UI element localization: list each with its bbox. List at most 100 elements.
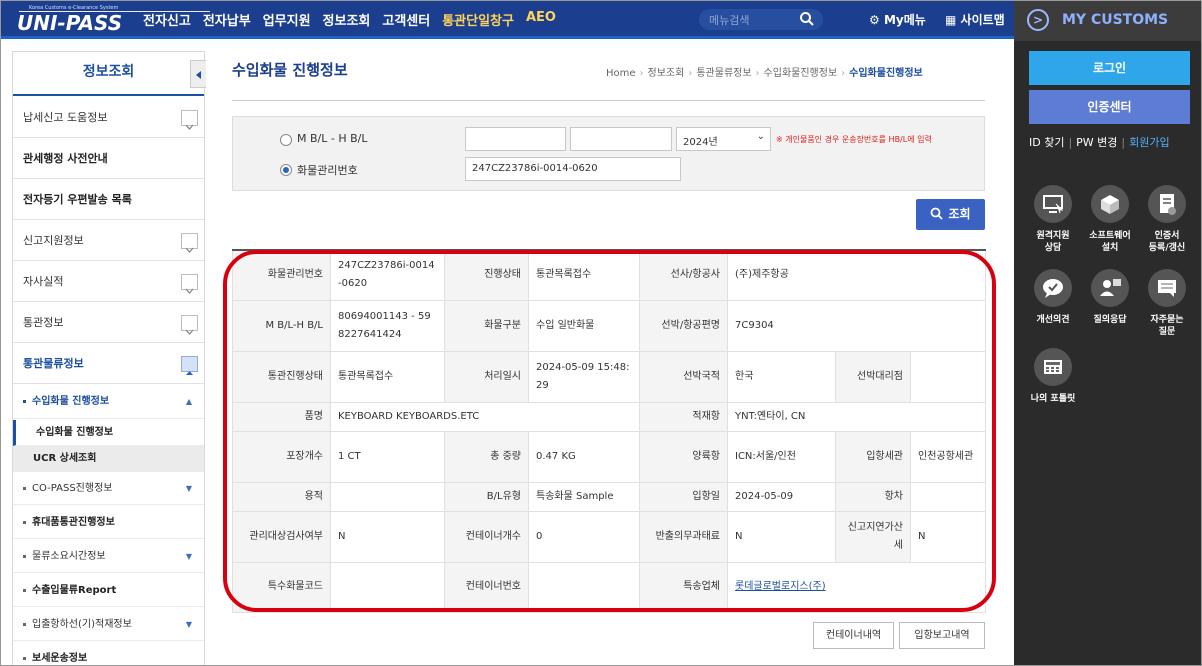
table-header-cell: 특송업체 bbox=[639, 561, 728, 613]
join-link[interactable]: 회원가입 bbox=[1129, 136, 1169, 149]
breadcrumb-item[interactable]: 수입화물진행정보 bbox=[764, 68, 838, 79]
remote-support-icon bbox=[1034, 185, 1072, 223]
table-cell: N bbox=[330, 510, 445, 563]
sidebar-item-declaration-support[interactable]: 신고지원정보 bbox=[13, 221, 204, 261]
sidebar-sub-carryon[interactable]: 휴대품통관진행정보 bbox=[13, 506, 204, 539]
sidebar-sub-bonded-transport[interactable]: 보세운송정보 bbox=[13, 642, 204, 665]
sidebar-sub-logistics-time[interactable]: 물류소요시간정보 ▼ bbox=[13, 540, 204, 573]
mbl-input[interactable] bbox=[465, 127, 566, 151]
table-cell: 통관목록접수 bbox=[528, 249, 640, 301]
login-button[interactable]: 로그인 bbox=[1029, 51, 1190, 85]
table-row: 화물관리번호 247CZ23786i-0014-0620 진행상태 통관목록접수… bbox=[232, 249, 986, 301]
table-cell: 인천공항세관 bbox=[910, 430, 986, 483]
sidebar-sub-port-loading[interactable]: 입출항하선(기)적재정보 ▼ bbox=[13, 608, 204, 641]
cargo-no-input[interactable]: 247CZ23786i-0014-0620 bbox=[465, 157, 681, 181]
breadcrumb-item[interactable]: 통관물류정보 bbox=[696, 68, 751, 79]
search-icon[interactable] bbox=[799, 11, 815, 27]
sidebar: 정보조회 납세신고 도움정보 관세행정 사전안내 전자등기 우편발송 목록 신고… bbox=[12, 51, 206, 665]
cargo-result-table: 화물관리번호 247CZ23786i-0014-0620 진행상태 통관목록접수… bbox=[232, 249, 986, 613]
quick-feedback[interactable]: 개선의견 bbox=[1025, 269, 1081, 326]
nav-single-window[interactable]: 통관단일창구 bbox=[442, 10, 514, 29]
sidebar-sub-import-cargo-active[interactable]: 수입화물 진행정보 bbox=[13, 420, 204, 446]
table-cell: N bbox=[910, 510, 986, 563]
sidebar-item-registered-mail[interactable]: 전자등기 우편발송 목록 bbox=[13, 180, 204, 220]
chevron-up-icon[interactable] bbox=[181, 355, 198, 375]
search-button[interactable]: 조회 bbox=[916, 199, 985, 230]
table-row: 용적 B/L유형 특송화물 Sample 입항일 2024-05-09 항차 bbox=[232, 481, 986, 512]
account-links: ID 찾기 | PW 변경 | 회원가입 bbox=[1029, 136, 1170, 149]
sidebar-sub-report[interactable]: 수출입물류Report bbox=[13, 574, 204, 607]
table-cell: 0.47 KG bbox=[528, 430, 640, 483]
quick-certificate[interactable]: 인증서 등록/갱신 bbox=[1139, 185, 1195, 254]
arrival-report-button[interactable]: 입항보고내역 bbox=[899, 622, 985, 649]
feedback-icon bbox=[1034, 269, 1072, 307]
sidebar-item-company-results[interactable]: 자사실적 bbox=[13, 262, 204, 302]
table-header-cell: 적재항 bbox=[639, 401, 728, 432]
year-select[interactable]: 2024년 ⌄ bbox=[676, 127, 771, 151]
find-id-link[interactable]: ID 찾기 bbox=[1029, 136, 1064, 149]
radio-mbl-hbl[interactable] bbox=[280, 134, 292, 146]
table-cell: N bbox=[727, 510, 836, 563]
table-cell bbox=[330, 561, 445, 613]
table-header-cell: 총 중량 bbox=[444, 430, 529, 483]
container-history-button[interactable]: 컨테이너내역 bbox=[813, 622, 894, 649]
menu-search-input[interactable]: 메뉴검색 bbox=[699, 9, 823, 30]
table-cell: KEYBOARD KEYBOARDS.ETC bbox=[330, 401, 640, 432]
sidebar-item-logistics-info[interactable]: 통관물류정보 bbox=[13, 344, 204, 384]
breadcrumb-home[interactable]: Home bbox=[606, 68, 636, 79]
change-pw-link[interactable]: PW 변경 bbox=[1076, 136, 1117, 149]
sidebar-collapse-button[interactable] bbox=[190, 60, 206, 88]
quick-my-portlet[interactable]: 나의 포틀릿 bbox=[1025, 348, 1081, 405]
breadcrumb-item[interactable]: 정보조회 bbox=[648, 68, 685, 79]
sidebar-item-tax-help[interactable]: 납세신고 도움정보 bbox=[13, 98, 204, 138]
sidebar-sub-ucr[interactable]: UCR 상세조회 bbox=[13, 446, 204, 472]
table-cell: ICN:서울/인천 bbox=[727, 430, 836, 483]
quick-software-install[interactable]: 소프트웨어 설치 bbox=[1082, 185, 1138, 254]
table-header-cell: 양륙항 bbox=[639, 430, 728, 483]
nav-e-declaration[interactable]: 전자신고 bbox=[143, 10, 191, 29]
table-cell bbox=[910, 350, 986, 403]
sidebar-sub-import-cargo[interactable]: 수입화물 진행정보 ▲ bbox=[13, 385, 204, 419]
nav-e-payment[interactable]: 전자납부 bbox=[203, 10, 251, 29]
sidebar-item-customs-info[interactable]: 통관정보 bbox=[13, 303, 204, 343]
chevron-down-icon[interactable] bbox=[181, 109, 198, 130]
uni-pass-logo[interactable]: Korea Customs e-Clearance System UNI-PAS… bbox=[13, 5, 210, 35]
my-menu-button[interactable]: ⚙ My메뉴 bbox=[869, 11, 926, 28]
my-customs-header: > MY CUSTOMS bbox=[1014, 1, 1201, 41]
table-row: M B/L-H B/L 80694001143 - 598227641424 화… bbox=[232, 299, 986, 352]
sidebar-sub-copass[interactable]: CO-PASS진행정보 ▼ bbox=[13, 473, 204, 505]
nav-business-support[interactable]: 업무지원 bbox=[263, 10, 311, 29]
nav-aeo[interactable]: AEO bbox=[526, 10, 556, 29]
quick-remote-support[interactable]: 원격지원 상담 bbox=[1025, 185, 1081, 254]
table-row: 포장개수 1 CT 총 중량 0.47 KG 양륙항 ICN:서울/인천 입항세… bbox=[232, 430, 986, 483]
nav-info-lookup[interactable]: 정보조회 bbox=[323, 10, 371, 29]
cert-center-button[interactable]: 인증센터 bbox=[1029, 90, 1190, 124]
table-cell: (주)제주항공 bbox=[727, 249, 986, 301]
certificate-icon bbox=[1148, 185, 1186, 223]
global-nav: 전자신고 전자납부 업무지원 정보조회 고객센터 통관단일창구 AEO bbox=[143, 10, 568, 29]
qna-icon bbox=[1091, 269, 1129, 307]
search-panel: M B/L - H B/L 화물관리번호 2024년 ⌄ ※ 개인물품인 경우 운… bbox=[232, 116, 985, 191]
sidebar-item-advance-notice[interactable]: 관세행정 사전안내 bbox=[13, 139, 204, 179]
courier-company-link[interactable]: 롯데글로벌로지스(주) bbox=[727, 561, 986, 613]
top-header: Korea Customs e-Clearance System UNI-PAS… bbox=[1, 1, 1014, 39]
chevron-down-icon[interactable] bbox=[181, 232, 198, 253]
sitemap-button[interactable]: ▦ 사이트맵 bbox=[945, 11, 1005, 28]
table-header-cell: 특수화물코드 bbox=[232, 561, 331, 613]
quick-qna[interactable]: 질의응답 bbox=[1082, 269, 1138, 326]
breadcrumb-current: 수입화물진행정보 bbox=[849, 68, 923, 79]
quick-faq[interactable]: 자주묻는 질문 bbox=[1139, 269, 1195, 338]
faq-icon bbox=[1148, 269, 1186, 307]
chevron-down-icon[interactable] bbox=[181, 314, 198, 335]
table-header-cell: 포장개수 bbox=[232, 430, 331, 483]
breadcrumb: Home › 정보조회 › 통관물류정보 › 수입화물진행정보 › 수입화물진행정보 bbox=[606, 68, 923, 79]
table-cell: 2024-05-09 bbox=[727, 481, 836, 512]
table-header-cell: 품명 bbox=[232, 401, 331, 432]
hbl-input[interactable] bbox=[570, 127, 672, 151]
chevron-down-icon[interactable] bbox=[181, 273, 198, 294]
chevron-right-icon[interactable]: > bbox=[1027, 9, 1049, 31]
table-cell: 수입 일반화물 bbox=[528, 299, 640, 352]
radio-cargo-no[interactable] bbox=[280, 164, 292, 176]
table-header-cell: 항차 bbox=[835, 481, 911, 512]
nav-customer-center[interactable]: 고객센터 bbox=[382, 10, 430, 29]
